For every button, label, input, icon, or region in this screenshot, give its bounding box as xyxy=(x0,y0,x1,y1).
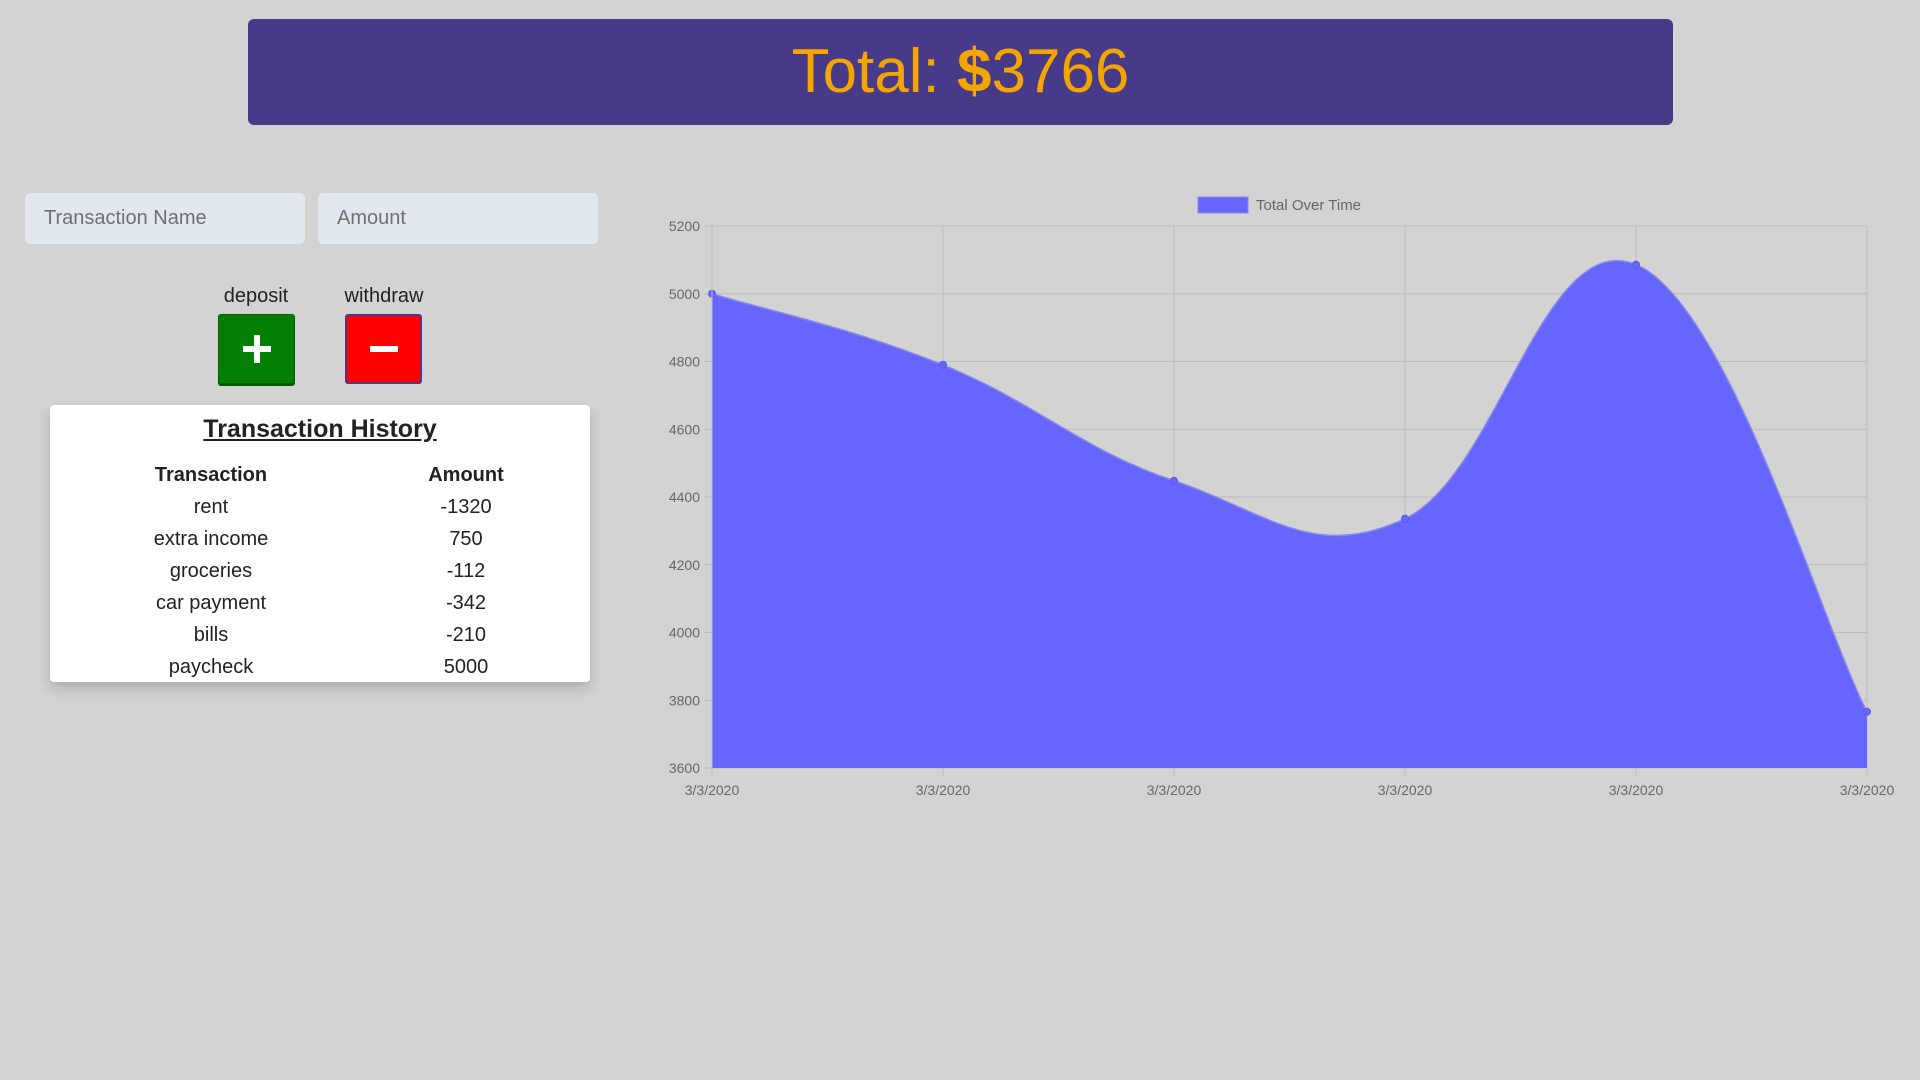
deposit-label: deposit xyxy=(223,285,289,307)
currency-symbol: $ xyxy=(957,37,992,106)
x-tick-label: 3/3/2020 xyxy=(1609,782,1664,798)
transaction-history-card: Transaction History Transaction Amount r… xyxy=(50,405,590,682)
transaction-name: groceries xyxy=(169,559,253,582)
total-banner: Total: $3766 xyxy=(248,19,1673,125)
transaction-name: paycheck xyxy=(168,655,254,678)
series-area xyxy=(712,260,1867,768)
withdraw-label: withdraw xyxy=(344,285,424,307)
plus-icon xyxy=(242,335,271,363)
column-header-amount: Amount xyxy=(428,463,504,486)
data-point xyxy=(1863,707,1871,716)
x-tick-label: 3/3/2020 xyxy=(1147,782,1202,798)
data-point xyxy=(1401,514,1409,523)
x-tick-label: 3/3/2020 xyxy=(685,782,740,798)
data-point xyxy=(1170,476,1178,485)
data-point xyxy=(1632,260,1640,269)
total-prefix: Total: xyxy=(791,37,957,106)
withdraw-button[interactable] xyxy=(345,314,422,384)
transaction-name: rent xyxy=(193,495,229,518)
y-tick-label: 3600 xyxy=(669,760,700,776)
legend-swatch xyxy=(1197,196,1249,214)
transaction-name: extra income xyxy=(153,527,269,550)
table-row: groceries -112 xyxy=(50,555,590,587)
transaction-amount: -210 xyxy=(445,623,487,646)
x-tick-label: 3/3/2020 xyxy=(1378,782,1433,798)
x-tick-label: 3/3/2020 xyxy=(916,782,971,798)
column-header-transaction: Transaction xyxy=(154,463,268,486)
history-title: Transaction History xyxy=(203,415,437,443)
table-row: rent -1320 xyxy=(50,491,590,523)
history-table: Transaction Amount rent -1320 extra inco… xyxy=(50,459,590,683)
y-tick-label: 3800 xyxy=(669,692,700,708)
y-tick-label: 4800 xyxy=(669,354,700,370)
amount-input[interactable] xyxy=(318,193,598,244)
y-tick-label: 4400 xyxy=(669,489,700,505)
y-tick-label: 5000 xyxy=(669,286,700,302)
total-display: Total: $3766 xyxy=(792,41,1130,103)
table-row: paycheck 5000 xyxy=(50,651,590,683)
y-tick-label: 4600 xyxy=(669,421,700,437)
transaction-name-input[interactable] xyxy=(25,193,305,244)
total-over-time-chart: 3600 3800 4000 4200 4400 4600 4800 5000 5200 3/3/… xyxy=(669,196,1895,798)
transaction-name: car payment xyxy=(155,591,267,614)
minus-icon xyxy=(369,346,398,352)
data-point xyxy=(939,360,947,369)
deposit-button[interactable] xyxy=(218,314,295,384)
table-row: bills -210 xyxy=(50,619,590,651)
total-value: 3766 xyxy=(991,37,1130,106)
table-row: extra income 750 xyxy=(50,523,590,555)
y-tick-label: 4200 xyxy=(669,557,700,573)
transaction-name: bills xyxy=(193,623,229,646)
transaction-amount: 5000 xyxy=(443,655,489,678)
transaction-amount: -112 xyxy=(446,559,486,582)
y-tick-label: 4000 xyxy=(669,625,700,641)
transaction-amount: 750 xyxy=(449,527,483,550)
transaction-amount: -1320 xyxy=(440,495,492,518)
transaction-amount: -342 xyxy=(445,591,487,614)
history-header-row: Transaction Amount xyxy=(50,459,590,491)
y-tick-label: 5200 xyxy=(669,218,700,234)
table-row: car payment -342 xyxy=(50,587,590,619)
x-tick-label: 3/3/2020 xyxy=(1840,782,1895,798)
legend-label: Total Over Time xyxy=(1256,197,1361,214)
